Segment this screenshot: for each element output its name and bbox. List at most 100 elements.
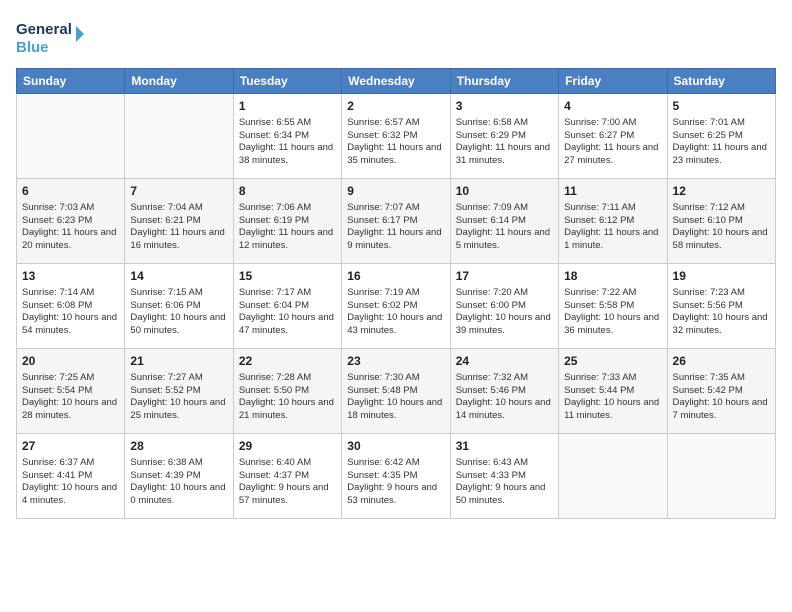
calendar-day: 13 Sunrise: 7:14 AM Sunset: 6:08 PM Dayli… bbox=[17, 264, 125, 349]
day-number: 3 bbox=[456, 98, 553, 115]
day-info: Sunrise: 7:23 AM Sunset: 5:56 PM Dayligh… bbox=[673, 287, 770, 338]
day-info: Sunrise: 7:07 AM Sunset: 6:17 PM Dayligh… bbox=[347, 202, 444, 253]
day-number: 7 bbox=[130, 183, 227, 200]
day-info: Sunrise: 7:20 AM Sunset: 6:00 PM Dayligh… bbox=[456, 287, 553, 338]
day-info: Sunrise: 6:57 AM Sunset: 6:32 PM Dayligh… bbox=[347, 117, 444, 168]
calendar-day: 30Sunrise: 6:42 AM Sunset: 4:35 PM Dayli… bbox=[342, 434, 450, 519]
calendar-day: 27 Sunrise: 6:37 AM Sunset: 4:41 PM Dayli… bbox=[17, 434, 125, 519]
day-info: Sunrise: 7:35 AM Sunset: 5:42 PM Dayligh… bbox=[673, 372, 770, 423]
logo-svg: General Blue bbox=[16, 16, 86, 58]
day-info: Sunrise: 7:06 AM Sunset: 6:19 PM Dayligh… bbox=[239, 202, 336, 253]
day-number: 28 bbox=[130, 438, 227, 455]
day-info: Sunrise: 7:15 AM Sunset: 6:06 PM Dayligh… bbox=[130, 287, 227, 338]
calendar-day bbox=[559, 434, 667, 519]
day-info: Sunrise: 7:17 AM Sunset: 6:04 PM Dayligh… bbox=[239, 287, 336, 338]
day-number: 18 bbox=[564, 268, 661, 285]
day-info: Sunrise: 7:00 AM Sunset: 6:27 PM Dayligh… bbox=[564, 117, 661, 168]
day-number: 19 bbox=[673, 268, 770, 285]
day-info: Sunrise: 7:03 AM Sunset: 6:23 PM Dayligh… bbox=[22, 202, 119, 253]
svg-text:Blue: Blue bbox=[16, 39, 49, 56]
day-number: 16 bbox=[347, 268, 444, 285]
calendar-day: 16 Sunrise: 7:19 AM Sunset: 6:02 PM Dayli… bbox=[342, 264, 450, 349]
calendar-day: 23 Sunrise: 7:30 AM Sunset: 5:48 PM Dayli… bbox=[342, 349, 450, 434]
calendar-day: 26Sunrise: 7:35 AM Sunset: 5:42 PM Dayli… bbox=[667, 349, 775, 434]
calendar-day: 18Sunrise: 7:22 AM Sunset: 5:58 PM Dayli… bbox=[559, 264, 667, 349]
day-number: 20 bbox=[22, 353, 119, 370]
day-info: Sunrise: 7:19 AM Sunset: 6:02 PM Dayligh… bbox=[347, 287, 444, 338]
calendar-day: 2Sunrise: 6:57 AM Sunset: 6:32 PM Daylig… bbox=[342, 94, 450, 179]
day-number: 17 bbox=[456, 268, 553, 285]
day-info: Sunrise: 7:12 AM Sunset: 6:10 PM Dayligh… bbox=[673, 202, 770, 253]
weekday-header-wednesday: Wednesday bbox=[342, 69, 450, 94]
day-number: 31 bbox=[456, 438, 553, 455]
calendar-day: 17 Sunrise: 7:20 AM Sunset: 6:00 PM Dayli… bbox=[450, 264, 558, 349]
day-info: Sunrise: 7:01 AM Sunset: 6:25 PM Dayligh… bbox=[673, 117, 770, 168]
day-number: 14 bbox=[130, 268, 227, 285]
day-number: 5 bbox=[673, 98, 770, 115]
day-info: Sunrise: 7:14 AM Sunset: 6:08 PM Dayligh… bbox=[22, 287, 119, 338]
svg-text:General: General bbox=[16, 21, 72, 38]
day-number: 23 bbox=[347, 353, 444, 370]
calendar-day: 5 Sunrise: 7:01 AM Sunset: 6:25 PM Daylig… bbox=[667, 94, 775, 179]
day-number: 11 bbox=[564, 183, 661, 200]
calendar-week-2: 6 Sunrise: 7:03 AM Sunset: 6:23 PM Daylig… bbox=[17, 179, 776, 264]
weekday-header-tuesday: Tuesday bbox=[233, 69, 341, 94]
weekday-header-thursday: Thursday bbox=[450, 69, 558, 94]
day-number: 8 bbox=[239, 183, 336, 200]
day-number: 9 bbox=[347, 183, 444, 200]
page-header: General Blue bbox=[16, 16, 776, 58]
day-number: 25 bbox=[564, 353, 661, 370]
day-number: 27 bbox=[22, 438, 119, 455]
day-info: Sunrise: 7:11 AM Sunset: 6:12 PM Dayligh… bbox=[564, 202, 661, 253]
day-number: 29 bbox=[239, 438, 336, 455]
day-number: 4 bbox=[564, 98, 661, 115]
calendar-day: 15 Sunrise: 7:17 AM Sunset: 6:04 PM Dayli… bbox=[233, 264, 341, 349]
day-info: Sunrise: 6:58 AM Sunset: 6:29 PM Dayligh… bbox=[456, 117, 553, 168]
calendar-day: 9 Sunrise: 7:07 AM Sunset: 6:17 PM Daylig… bbox=[342, 179, 450, 264]
calendar-day: 24 Sunrise: 7:32 AM Sunset: 5:46 PM Dayli… bbox=[450, 349, 558, 434]
calendar-day: 11 Sunrise: 7:11 AM Sunset: 6:12 PM Dayli… bbox=[559, 179, 667, 264]
calendar-day: 8 Sunrise: 7:06 AM Sunset: 6:19 PM Daylig… bbox=[233, 179, 341, 264]
calendar-day bbox=[17, 94, 125, 179]
weekday-header-saturday: Saturday bbox=[667, 69, 775, 94]
day-info: Sunrise: 6:38 AM Sunset: 4:39 PM Dayligh… bbox=[130, 457, 227, 508]
weekday-header-sunday: Sunday bbox=[17, 69, 125, 94]
day-number: 30 bbox=[347, 438, 444, 455]
calendar-day: 31 Sunrise: 6:43 AM Sunset: 4:33 PM Dayli… bbox=[450, 434, 558, 519]
calendar-day: 7 Sunrise: 7:04 AM Sunset: 6:21 PM Daylig… bbox=[125, 179, 233, 264]
day-info: Sunrise: 7:09 AM Sunset: 6:14 PM Dayligh… bbox=[456, 202, 553, 253]
day-info: Sunrise: 6:55 AM Sunset: 6:34 PM Dayligh… bbox=[239, 117, 336, 168]
day-info: Sunrise: 6:37 AM Sunset: 4:41 PM Dayligh… bbox=[22, 457, 119, 508]
calendar-day: 1 Sunrise: 6:55 AM Sunset: 6:34 PM Daylig… bbox=[233, 94, 341, 179]
day-info: Sunrise: 7:30 AM Sunset: 5:48 PM Dayligh… bbox=[347, 372, 444, 423]
day-number: 1 bbox=[239, 98, 336, 115]
calendar-week-4: 20Sunrise: 7:25 AM Sunset: 5:54 PM Dayli… bbox=[17, 349, 776, 434]
logo: General Blue bbox=[16, 16, 86, 58]
calendar-day: 21Sunrise: 7:27 AM Sunset: 5:52 PM Dayli… bbox=[125, 349, 233, 434]
day-number: 21 bbox=[130, 353, 227, 370]
day-number: 6 bbox=[22, 183, 119, 200]
day-info: Sunrise: 6:40 AM Sunset: 4:37 PM Dayligh… bbox=[239, 457, 336, 508]
calendar-table: SundayMondayTuesdayWednesdayThursdayFrid… bbox=[16, 68, 776, 519]
calendar-day: 25 Sunrise: 7:33 AM Sunset: 5:44 PM Dayli… bbox=[559, 349, 667, 434]
day-info: Sunrise: 7:33 AM Sunset: 5:44 PM Dayligh… bbox=[564, 372, 661, 423]
day-info: Sunrise: 6:43 AM Sunset: 4:33 PM Dayligh… bbox=[456, 457, 553, 508]
calendar-day: 29 Sunrise: 6:40 AM Sunset: 4:37 PM Dayli… bbox=[233, 434, 341, 519]
day-number: 12 bbox=[673, 183, 770, 200]
calendar-day bbox=[667, 434, 775, 519]
calendar-day: 3 Sunrise: 6:58 AM Sunset: 6:29 PM Daylig… bbox=[450, 94, 558, 179]
day-info: Sunrise: 7:32 AM Sunset: 5:46 PM Dayligh… bbox=[456, 372, 553, 423]
calendar-week-1: 1 Sunrise: 6:55 AM Sunset: 6:34 PM Daylig… bbox=[17, 94, 776, 179]
day-info: Sunrise: 7:04 AM Sunset: 6:21 PM Dayligh… bbox=[130, 202, 227, 253]
calendar-day: 4 Sunrise: 7:00 AM Sunset: 6:27 PM Daylig… bbox=[559, 94, 667, 179]
day-number: 24 bbox=[456, 353, 553, 370]
day-number: 15 bbox=[239, 268, 336, 285]
calendar-day: 6 Sunrise: 7:03 AM Sunset: 6:23 PM Daylig… bbox=[17, 179, 125, 264]
calendar-week-5: 27 Sunrise: 6:37 AM Sunset: 4:41 PM Dayli… bbox=[17, 434, 776, 519]
calendar-day: 28 Sunrise: 6:38 AM Sunset: 4:39 PM Dayli… bbox=[125, 434, 233, 519]
calendar-day: 22 Sunrise: 7:28 AM Sunset: 5:50 PM Dayli… bbox=[233, 349, 341, 434]
day-number: 22 bbox=[239, 353, 336, 370]
day-number: 13 bbox=[22, 268, 119, 285]
calendar-day: 20Sunrise: 7:25 AM Sunset: 5:54 PM Dayli… bbox=[17, 349, 125, 434]
day-info: Sunrise: 7:28 AM Sunset: 5:50 PM Dayligh… bbox=[239, 372, 336, 423]
